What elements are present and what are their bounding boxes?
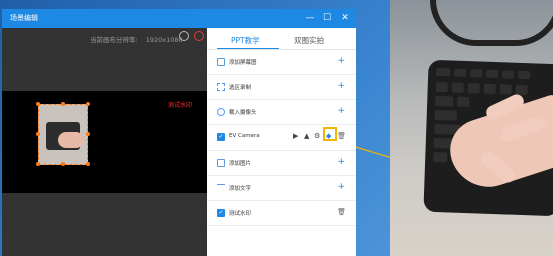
add-button[interactable]: + [337,157,345,167]
tab-dual-shot[interactable]: 双图实拍 [294,35,324,46]
key [457,96,470,108]
camera-photo [390,0,553,256]
key [434,109,457,121]
add-button[interactable]: + [337,182,345,192]
resize-handle[interactable] [86,132,90,136]
add-button[interactable]: + [337,81,345,91]
source-row-add-image[interactable]: 添加图片 + [207,151,356,176]
highlight-box [323,127,337,141]
source-row-add-text[interactable]: 添加文字 + [207,176,356,201]
mountain-icon[interactable]: ▲ [304,132,309,140]
text-icon [217,184,225,192]
resolution-label: 当前画布分辨率: [90,36,138,44]
key [502,70,515,79]
checkbox-checked-icon[interactable]: ✓ [217,133,225,141]
checkbox-checked-icon[interactable]: ✓ [217,209,225,217]
key [451,82,464,93]
resize-handle[interactable] [36,102,40,106]
source-label: 选区录制 [229,85,252,91]
camera-icon [217,108,225,116]
source-row-load-camera[interactable]: 载入摄像头 + [207,100,356,125]
resize-handle[interactable] [86,162,90,166]
image-icon [217,159,225,167]
preview-pane: 当前画布分辨率: 1920x1080 测试水印 [2,28,207,256]
region-select-icon [217,83,225,91]
key [435,81,448,93]
tab-ppt-teaching[interactable]: PPT教学 [231,35,260,46]
power-icon[interactable] [194,31,204,41]
maximize-button[interactable]: ☐ [320,11,334,25]
source-label: 载入摄像头 [229,110,257,116]
close-button[interactable]: ✕ [338,11,352,25]
source-row-region-record[interactable]: 选区录制 + [207,75,356,100]
watermark-preview: 测试水印 [168,102,193,109]
resize-handle[interactable] [61,162,65,166]
trash-icon[interactable]: 🗑 [337,132,346,140]
canvas-resolution: 当前画布分辨率: 1920x1080 [90,34,183,44]
minimize-button[interactable]: — [303,11,317,25]
settings-icon[interactable] [179,31,189,41]
source-label: 添加图片 [229,161,252,167]
key [467,83,480,94]
scene-editor-window: 场景编辑 — ☐ ✕ 当前画布分辨率: 1920x1080 测试水印 PPT教学… [2,9,356,256]
monitor-icon [217,58,225,66]
resize-handle[interactable] [61,102,65,106]
key [454,68,467,78]
key [483,83,496,95]
source-label: EV Camera [229,133,260,139]
source-label: 添加屏幕图 [229,60,257,66]
source-row-add-screen[interactable]: 添加屏幕图 + [207,50,356,75]
key [435,95,454,107]
preview-canvas[interactable]: 测试水印 [2,91,207,193]
scene-sources-panel: PPT教学 双图实拍 添加屏幕图 + 选区录制 + 载入摄像头 + ✓ EV C… [207,28,356,256]
resolution-value: 1920x1080 [145,36,183,44]
source-row-ev-camera[interactable]: ✓ EV Camera ▶ ▲ ⚙ ◆ 🗑 [207,125,356,151]
key [470,69,483,78]
key [518,70,531,80]
resize-handle[interactable] [86,102,90,106]
source-row-test-watermark[interactable]: ✓ 测试水印 🗑 [207,201,356,226]
key [436,67,451,77]
resize-handle[interactable] [36,162,40,166]
key [499,84,512,95]
source-label: 测试水印 [229,211,252,217]
trash-icon[interactable]: 🗑 [337,208,346,216]
add-button[interactable]: + [337,56,345,66]
resize-handle[interactable] [36,132,40,136]
add-button[interactable]: + [337,106,345,116]
key [486,69,499,79]
window-title: 场景编辑 [10,14,38,22]
settings-icon[interactable]: ⚙ [314,132,320,140]
source-label: 添加文字 [229,186,252,192]
keyboard-cable [430,0,553,46]
key [433,151,448,163]
selection-box[interactable] [36,102,90,166]
title-bar[interactable]: 场景编辑 — ☐ ✕ [2,9,356,28]
video-camera-icon[interactable]: ▶ [293,132,298,140]
